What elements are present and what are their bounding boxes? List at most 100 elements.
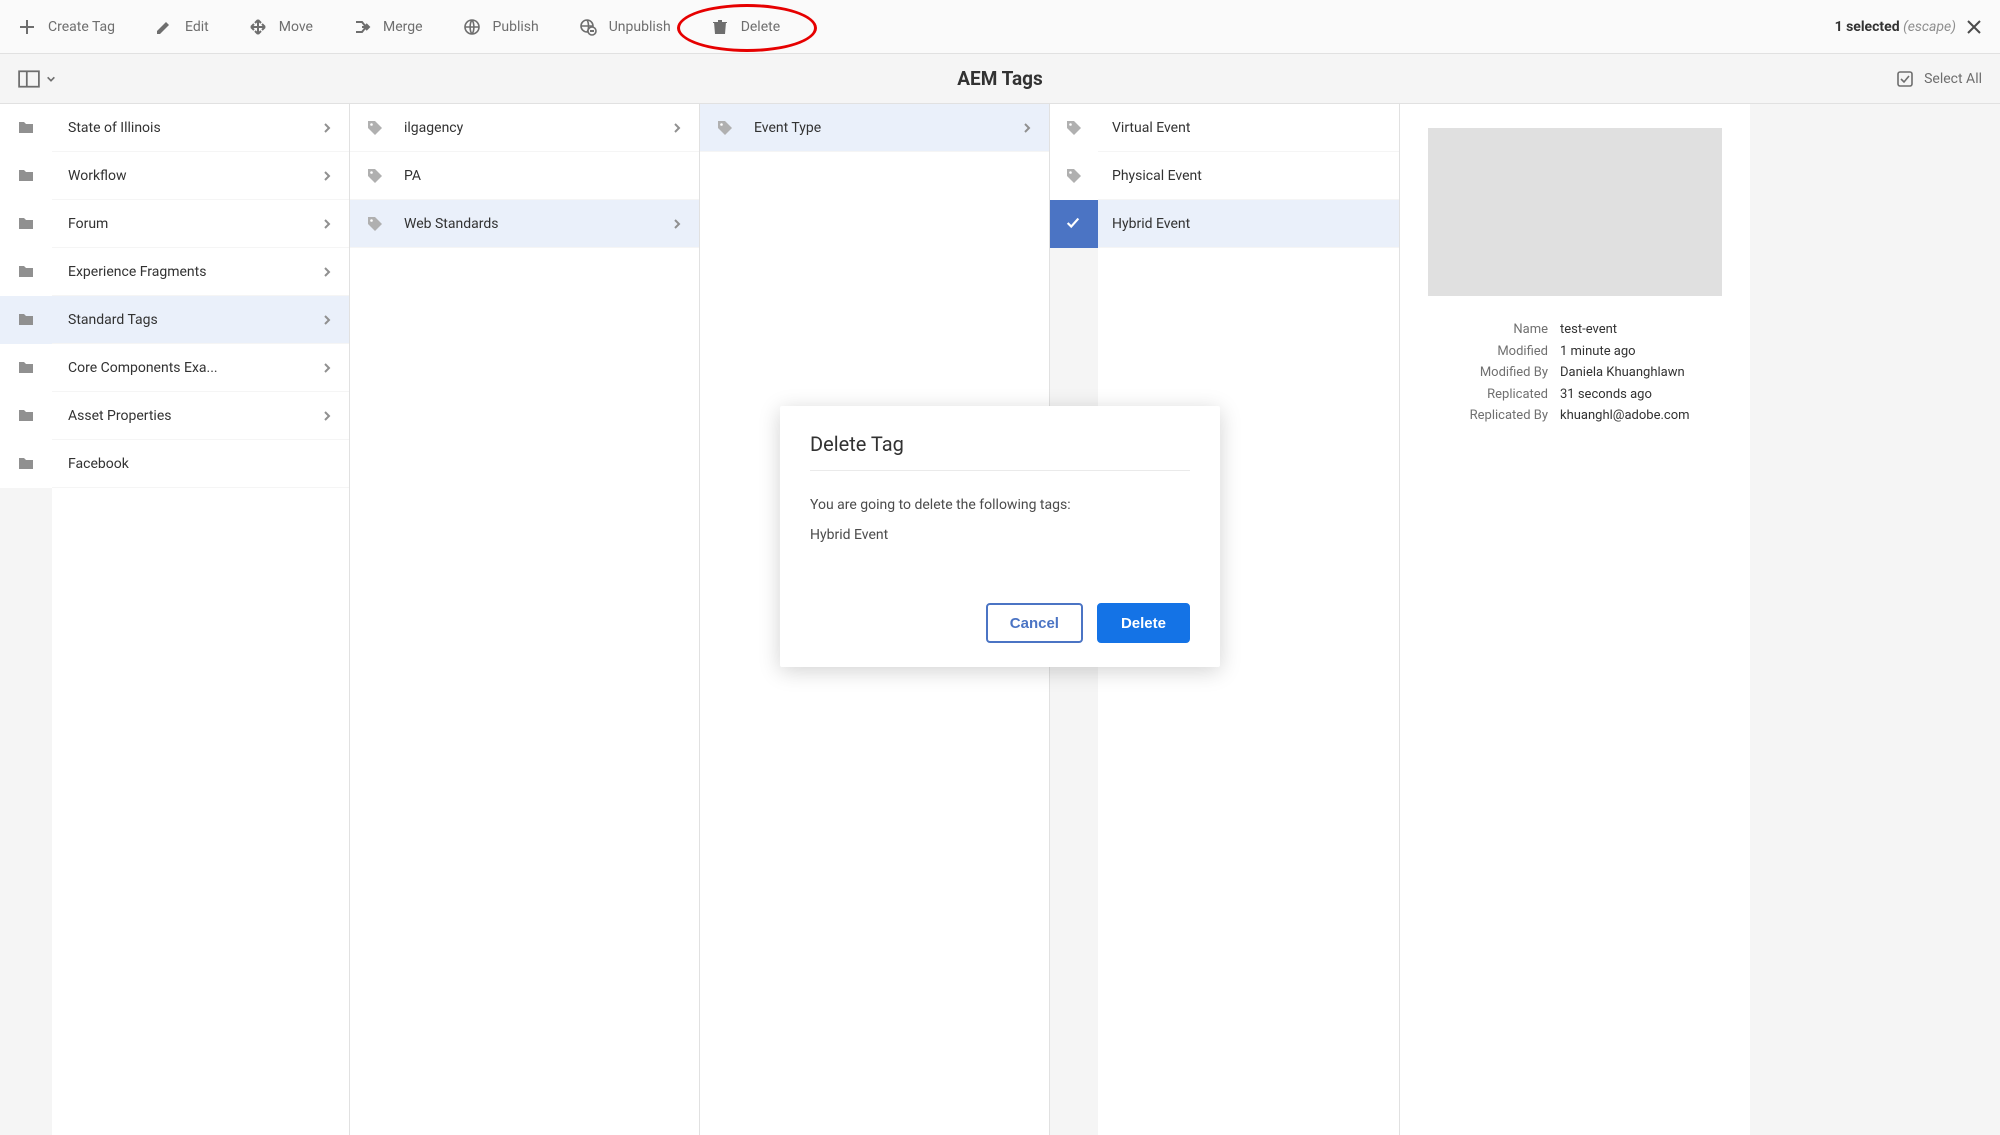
chevron-right-icon: [321, 266, 333, 278]
item-label: Physical Event: [1112, 168, 1383, 184]
move-button[interactable]: Move: [249, 18, 313, 36]
selection-count: 1 selected (escape): [1835, 19, 1956, 35]
move-icon: [249, 18, 267, 36]
property-label: Replicated: [1428, 385, 1548, 405]
column-item[interactable]: Forum: [52, 200, 349, 248]
page-title: AEM Tags: [957, 67, 1042, 90]
delete-dialog: Delete Tag You are going to delete the f…: [780, 406, 1220, 667]
unpublish-label: Unpublish: [609, 19, 671, 35]
move-label: Move: [279, 19, 313, 35]
folder-icon: [0, 200, 52, 248]
plus-icon: [18, 18, 36, 36]
globe-unpublish-icon: [579, 18, 597, 36]
tag-icon: [366, 215, 384, 233]
merge-icon: [353, 18, 371, 36]
column-item[interactable]: Event Type: [700, 104, 1049, 152]
item-label: ilgagency: [404, 120, 651, 136]
item-label: Hybrid Event: [1112, 216, 1383, 232]
column-item[interactable]: Workflow: [52, 152, 349, 200]
column-item[interactable]: Physical Event: [1098, 152, 1399, 200]
chevron-right-icon: [321, 122, 333, 134]
property-value: 1 minute ago: [1560, 342, 1722, 362]
item-label: Forum: [68, 216, 301, 232]
action-toolbar: Create Tag Edit Move Merge Publish Unpub…: [0, 0, 2000, 54]
chevron-right-icon: [321, 314, 333, 326]
item-label: Standard Tags: [68, 312, 301, 328]
property-value: Daniela Khuanghlawn: [1560, 363, 1722, 383]
property-row: Replicated By khuanghl@adobe.com: [1428, 406, 1722, 426]
tag-icon: [366, 167, 384, 185]
column-item[interactable]: Asset Properties: [52, 392, 349, 440]
property-value: khuanghl@adobe.com: [1560, 406, 1722, 426]
column-item[interactable]: Hybrid Event: [1098, 200, 1399, 248]
detail-panel: Nametest-eventModified1 minute agoModifi…: [1400, 104, 1750, 1135]
chevron-right-icon: [321, 410, 333, 422]
property-label: Modified By: [1428, 363, 1548, 383]
property-label: Replicated By: [1428, 406, 1548, 426]
property-row: Modified By Daniela Khuanghlawn: [1428, 363, 1722, 383]
chevron-right-icon: [671, 218, 683, 230]
property-value: test-event: [1560, 320, 1722, 340]
property-label: Name: [1428, 320, 1548, 340]
folder-icon: [0, 248, 52, 296]
thumbnail-placeholder: [1428, 128, 1722, 296]
column-item[interactable]: Facebook: [52, 440, 349, 488]
column-item[interactable]: Standard Tags: [52, 296, 349, 344]
column-item[interactable]: Experience Fragments: [52, 248, 349, 296]
select-all-button[interactable]: Select All: [1896, 70, 1982, 88]
item-label: State of Illinois: [68, 120, 301, 136]
column-item[interactable]: PA: [350, 152, 699, 200]
item-label: Core Components Exa...: [68, 360, 301, 376]
create-tag-button[interactable]: Create Tag: [18, 18, 115, 36]
delete-button[interactable]: Delete: [711, 18, 780, 36]
property-row: Name test-event: [1428, 320, 1722, 340]
subheader: AEM Tags Select All: [0, 54, 2000, 104]
dialog-divider: [810, 470, 1190, 471]
column-item[interactable]: Web Standards: [350, 200, 699, 248]
folder-icon: [0, 440, 52, 488]
folder-icon: [0, 344, 52, 392]
column-item[interactable]: State of Illinois: [52, 104, 349, 152]
property-row: Replicated31 seconds ago: [1428, 385, 1722, 405]
item-label: PA: [404, 168, 683, 184]
folder-icon: [0, 392, 52, 440]
tag-icon[interactable]: [1050, 152, 1098, 200]
create-tag-label: Create Tag: [48, 19, 115, 35]
column-1-icon-strip: [0, 104, 52, 1135]
folder-icon: [0, 152, 52, 200]
tag-icon[interactable]: [1050, 104, 1098, 152]
item-label: Experience Fragments: [68, 264, 301, 280]
view-switcher[interactable]: [18, 70, 56, 88]
merge-button[interactable]: Merge: [353, 18, 423, 36]
folder-icon: [0, 104, 52, 152]
item-label: Event Type: [754, 120, 1001, 136]
merge-label: Merge: [383, 19, 423, 35]
check-icon[interactable]: [1050, 200, 1098, 248]
cancel-button[interactable]: Cancel: [986, 603, 1083, 643]
dialog-body: You are going to delete the following ta…: [810, 497, 1190, 513]
unpublish-button[interactable]: Unpublish: [579, 18, 671, 36]
close-icon[interactable]: [1966, 19, 1982, 35]
toolbar-right: 1 selected (escape): [1835, 19, 1982, 35]
publish-label: Publish: [493, 19, 539, 35]
chevron-right-icon: [321, 170, 333, 182]
column-1-items: State of Illinois Workflow Forum Experience…: [52, 104, 349, 1135]
dialog-title: Delete Tag: [810, 432, 1190, 456]
chevron-right-icon: [671, 122, 683, 134]
chevron-right-icon: [1021, 122, 1033, 134]
property-row: Modified 1 minute ago: [1428, 342, 1722, 362]
column-item[interactable]: Virtual Event: [1098, 104, 1399, 152]
confirm-delete-button[interactable]: Delete: [1097, 603, 1190, 643]
column-item[interactable]: ilgagency: [350, 104, 699, 152]
property-label: Modified: [1428, 342, 1548, 362]
item-label: Workflow: [68, 168, 301, 184]
column-item[interactable]: Core Components Exa...: [52, 344, 349, 392]
edit-button[interactable]: Edit: [155, 18, 209, 36]
folder-icon: [0, 296, 52, 344]
chevron-right-icon: [321, 362, 333, 374]
item-label: Web Standards: [404, 216, 651, 232]
tag-icon: [366, 119, 384, 137]
dialog-item: Hybrid Event: [810, 527, 1190, 543]
publish-button[interactable]: Publish: [463, 18, 539, 36]
property-list: Nametest-eventModified1 minute agoModifi…: [1428, 320, 1722, 426]
